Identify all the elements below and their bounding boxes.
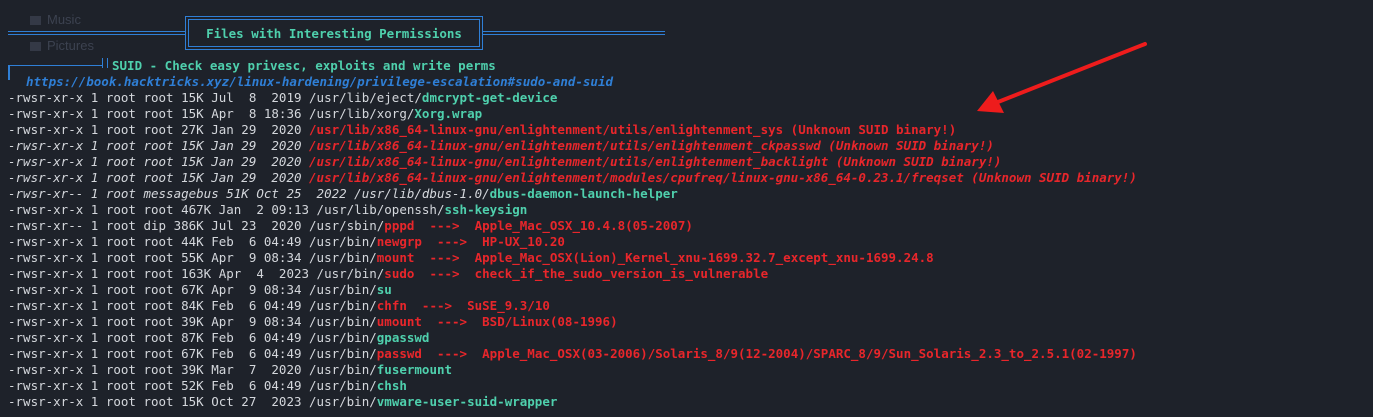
file-row-segment: BSD/Linux(08-1996) bbox=[482, 314, 618, 329]
suid-file-list: -rwsr-xr-x 1 root root 15K Jul 8 2019 /u… bbox=[8, 90, 1137, 410]
file-row: -rwsr-xr-- 1 root messagebus 51K Oct 25 … bbox=[8, 186, 1137, 202]
file-row-segment: Xorg.wrap bbox=[414, 106, 483, 121]
file-row-segment: ---> bbox=[421, 234, 483, 249]
file-row-segment: -rwsr-xr-x 1 root root 15K Oct 27 2023 /… bbox=[8, 394, 377, 409]
suid-bracket-icon bbox=[8, 65, 16, 80]
file-row-segment: vmware-user-suid-wrapper bbox=[376, 394, 558, 409]
file-row-segment: -rwsr-xr-x 1 root root 163K Apr 4 2023 /… bbox=[8, 266, 385, 281]
file-row-segment: -rwsr-xr-x 1 root root 39K Apr 9 08:34 /… bbox=[8, 314, 377, 329]
file-row-segment: fusermount bbox=[376, 362, 453, 377]
file-row: -rwsr-xr-x 1 root root 15K Jan 29 2020 /… bbox=[8, 138, 1137, 154]
file-row-segment: ---> bbox=[421, 346, 483, 361]
file-row: -rwsr-xr-x 1 root root 87K Feb 6 04:49 /… bbox=[8, 330, 1137, 346]
file-row-segment: -rwsr-xr-x 1 root root 67K Apr 9 08:34 /… bbox=[8, 282, 377, 297]
file-row-segment: Apple_Mac_OSX(Lion)_Kernel_xnu-1699.32.7… bbox=[474, 250, 934, 265]
file-row-segment: -rwsr-xr-x 1 root root 39K Mar 7 2020 /u… bbox=[8, 362, 377, 377]
file-row: -rwsr-xr-- 1 root dip 386K Jul 23 2020 /… bbox=[8, 218, 1137, 234]
file-row: -rwsr-xr-x 1 root root 15K Jul 8 2019 /u… bbox=[8, 90, 1137, 106]
file-row: -rwsr-xr-x 1 root root 27K Jan 29 2020 /… bbox=[8, 122, 1137, 138]
file-row: -rwsr-xr-x 1 root root 84K Feb 6 04:49 /… bbox=[8, 298, 1137, 314]
file-row: -rwsr-xr-x 1 root root 67K Feb 6 04:49 /… bbox=[8, 346, 1137, 362]
hacktricks-link[interactable]: https://book.hacktricks.xyz/linux-harden… bbox=[26, 74, 613, 89]
file-row-segment: newgrp bbox=[376, 234, 422, 249]
file-row-segment: ---> bbox=[414, 266, 475, 281]
file-row-segment: -rwsr-xr-x 1 root root 84K Feb 6 04:49 /… bbox=[8, 298, 377, 313]
file-row: -rwsr-xr-x 1 root root 15K Jan 29 2020 /… bbox=[8, 170, 1137, 186]
file-row-segment: su bbox=[376, 282, 392, 297]
file-row: -rwsr-xr-x 1 root root 39K Apr 9 08:34 /… bbox=[8, 314, 1137, 330]
section-title-box: Files with Interesting Permissions bbox=[185, 16, 483, 50]
file-row: -rwsr-xr-x 1 root root 15K Oct 27 2023 /… bbox=[8, 394, 1137, 410]
file-row-segment: /usr/lib/x86_64-linux-gnu/enlightenment/… bbox=[309, 122, 957, 137]
file-row-segment: -rwsr-xr-x 1 root root 27K Jan 29 2020 bbox=[8, 122, 310, 137]
file-row-segment: gpasswd bbox=[376, 330, 430, 345]
file-row-segment: pppd bbox=[384, 218, 415, 233]
file-row-segment: passwd bbox=[376, 346, 422, 361]
file-row-segment: -rwsr-xr-x 1 root root 67K Feb 6 04:49 /… bbox=[8, 346, 377, 361]
file-row-segment: ---> bbox=[406, 298, 468, 313]
background-folder-pictures: Pictures bbox=[30, 38, 94, 53]
file-row-segment: ---> bbox=[414, 218, 475, 233]
file-row: -rwsr-xr-x 1 root root 15K Jan 29 2020 /… bbox=[8, 154, 1137, 170]
file-row: -rwsr-xr-x 1 root root 467K Jan 2 09:13 … bbox=[8, 202, 1137, 218]
file-row: -rwsr-xr-x 1 root root 39K Mar 7 2020 /u… bbox=[8, 362, 1137, 378]
suid-header: SUID - Check easy privesc, exploits and … bbox=[112, 58, 496, 73]
file-row: -rwsr-xr-x 1 root root 15K Apr 8 18:36 /… bbox=[8, 106, 1137, 122]
file-row: -rwsr-xr-x 1 root root 163K Apr 4 2023 /… bbox=[8, 266, 1137, 282]
folder-icon bbox=[30, 42, 41, 52]
section-rule-right bbox=[483, 31, 665, 35]
ghost-label-music: Music bbox=[47, 12, 81, 27]
background-folder-music: Music bbox=[30, 12, 81, 27]
file-row-segment: -rwsr-xr-x 1 root root 52K Feb 6 04:49 /… bbox=[8, 378, 377, 393]
file-row-segment: chfn bbox=[376, 298, 407, 313]
file-row-segment: chsh bbox=[376, 378, 407, 393]
file-row-segment: Apple_Mac_OSX(03-2006)/Solaris_8/9(12-20… bbox=[482, 346, 1137, 361]
file-row-segment: -rwsr-xr-x 1 root root 15K Jul 8 2019 /u… bbox=[8, 90, 422, 105]
file-row-segment: SuSE_9.3/10 bbox=[467, 298, 550, 313]
file-row: -rwsr-xr-x 1 root root 44K Feb 6 04:49 /… bbox=[8, 234, 1137, 250]
file-row-segment: -rwsr-xr-x 1 root root 87K Feb 6 04:49 /… bbox=[8, 330, 377, 345]
file-row: -rwsr-xr-x 1 root root 67K Apr 9 08:34 /… bbox=[8, 282, 1137, 298]
file-row-segment: -rwsr-xr-x 1 root root 467K Jan 2 09:13 … bbox=[8, 202, 445, 217]
file-row-segment: ---> bbox=[414, 250, 475, 265]
file-row: -rwsr-xr-x 1 root root 52K Feb 6 04:49 /… bbox=[8, 378, 1137, 394]
section-rule-left bbox=[8, 31, 185, 35]
section-title: Files with Interesting Permissions bbox=[188, 19, 480, 47]
file-row-segment: HP-UX_10.20 bbox=[482, 234, 565, 249]
file-row-segment: umount bbox=[376, 314, 422, 329]
suid-rule-cap bbox=[102, 58, 108, 68]
folder-icon bbox=[30, 16, 41, 26]
file-row-segment: Apple_Mac_OSX_10.4.8(05-2007) bbox=[474, 218, 693, 233]
file-row-segment: ssh-keysign bbox=[444, 202, 528, 217]
file-row-segment: -rwsr-xr-- 1 root messagebus 51K Oct 25 … bbox=[8, 186, 490, 201]
file-row-segment: dbus-daemon-launch-helper bbox=[489, 186, 678, 201]
ghost-label-pictures: Pictures bbox=[47, 38, 94, 53]
terminal-window[interactable]: Music Pictures Files with Interesting Pe… bbox=[0, 0, 1373, 417]
file-row-segment: -rwsr-xr-x 1 root root 15K Jan 29 2020 bbox=[8, 170, 310, 185]
file-row-segment: /usr/lib/x86_64-linux-gnu/enlightenment/… bbox=[309, 154, 1002, 169]
file-row-segment: check_if_the_sudo_version_is_vulnerable bbox=[474, 266, 769, 281]
file-row: -rwsr-xr-x 1 root root 55K Apr 9 08:34 /… bbox=[8, 250, 1137, 266]
file-row-segment: -rwsr-xr-x 1 root root 55K Apr 9 08:34 /… bbox=[8, 250, 377, 265]
file-row-segment: dmcrypt-get-device bbox=[421, 90, 558, 105]
file-row-segment: sudo bbox=[384, 266, 415, 281]
file-row-segment: /usr/lib/x86_64-linux-gnu/enlightenment/… bbox=[309, 170, 1137, 185]
file-row-segment: mount bbox=[376, 250, 415, 265]
file-row-segment: -rwsr-xr-x 1 root root 15K Apr 8 18:36 /… bbox=[8, 106, 415, 121]
file-row-segment: -rwsr-xr-- 1 root dip 386K Jul 23 2020 /… bbox=[8, 218, 385, 233]
file-row-segment: /usr/lib/x86_64-linux-gnu/enlightenment/… bbox=[309, 138, 994, 153]
file-row-segment: -rwsr-xr-x 1 root root 44K Feb 6 04:49 /… bbox=[8, 234, 377, 249]
file-row-segment: -rwsr-xr-x 1 root root 15K Jan 29 2020 bbox=[8, 154, 310, 169]
file-row-segment: ---> bbox=[421, 314, 483, 329]
file-row-segment: -rwsr-xr-x 1 root root 15K Jan 29 2020 bbox=[8, 138, 310, 153]
suid-rule bbox=[14, 65, 102, 67]
